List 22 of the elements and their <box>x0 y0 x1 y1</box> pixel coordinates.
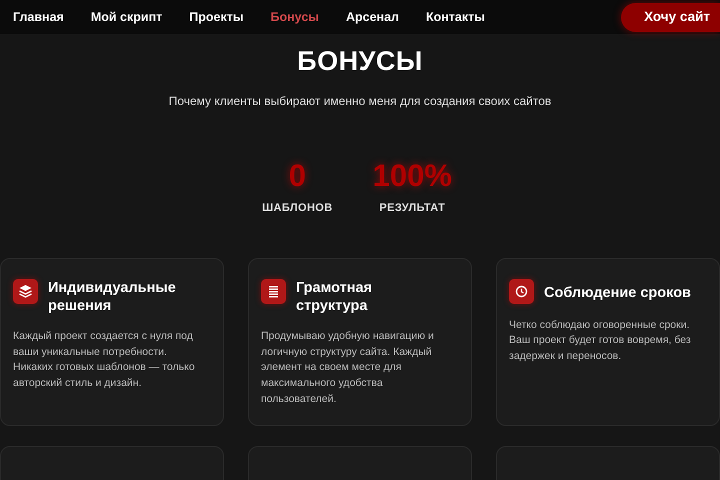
stat-label: ШАБЛОНОВ <box>262 201 333 216</box>
cta-button[interactable]: Хочу сайт <box>621 3 720 32</box>
stat-value: 0 <box>288 160 307 191</box>
stat-label: РЕЗУЛЬТАТ <box>378 201 446 216</box>
feature-title: Грамотная структура <box>296 278 374 315</box>
section-title: БОНУСЫ <box>296 48 424 75</box>
nav-link[interactable]: Главная <box>13 8 64 26</box>
clock-icon <box>509 278 534 304</box>
list-icon <box>261 278 286 304</box>
layers-icon <box>13 278 38 304</box>
stat-value: 100% <box>372 160 452 191</box>
nav-link[interactable]: Арсенал <box>346 8 399 26</box>
nav-link[interactable]: Мой скрипт <box>90 8 162 26</box>
nav-link[interactable]: Бонусы <box>270 8 319 26</box>
nav-link[interactable]: Проекты <box>189 8 244 26</box>
section-subtitle: Почему клиенты выбирают именно меня для создания своих сайтов <box>168 93 552 110</box>
feature-title: Индивидуальные решения <box>48 278 177 315</box>
feature-text: Четко соблюдаю оговоренные сроки. Ваш проект будет готов вовремя, без задержек и переносов. <box>509 318 692 364</box>
feature-text: Каждый проект создается с нуля под ваши уникальные потребности. Никаких готовых шаблонов — только авторский стиль и дизайн. <box>13 328 196 391</box>
feature-text: Продумываю удобную навигацию и логичную структуру сайта. Каждый элемент на своем месте для максимального удобства пользователей. <box>261 328 435 407</box>
feature-title: Соблюдение сроков <box>544 284 691 302</box>
nav-link[interactable]: Контакты <box>426 8 485 26</box>
